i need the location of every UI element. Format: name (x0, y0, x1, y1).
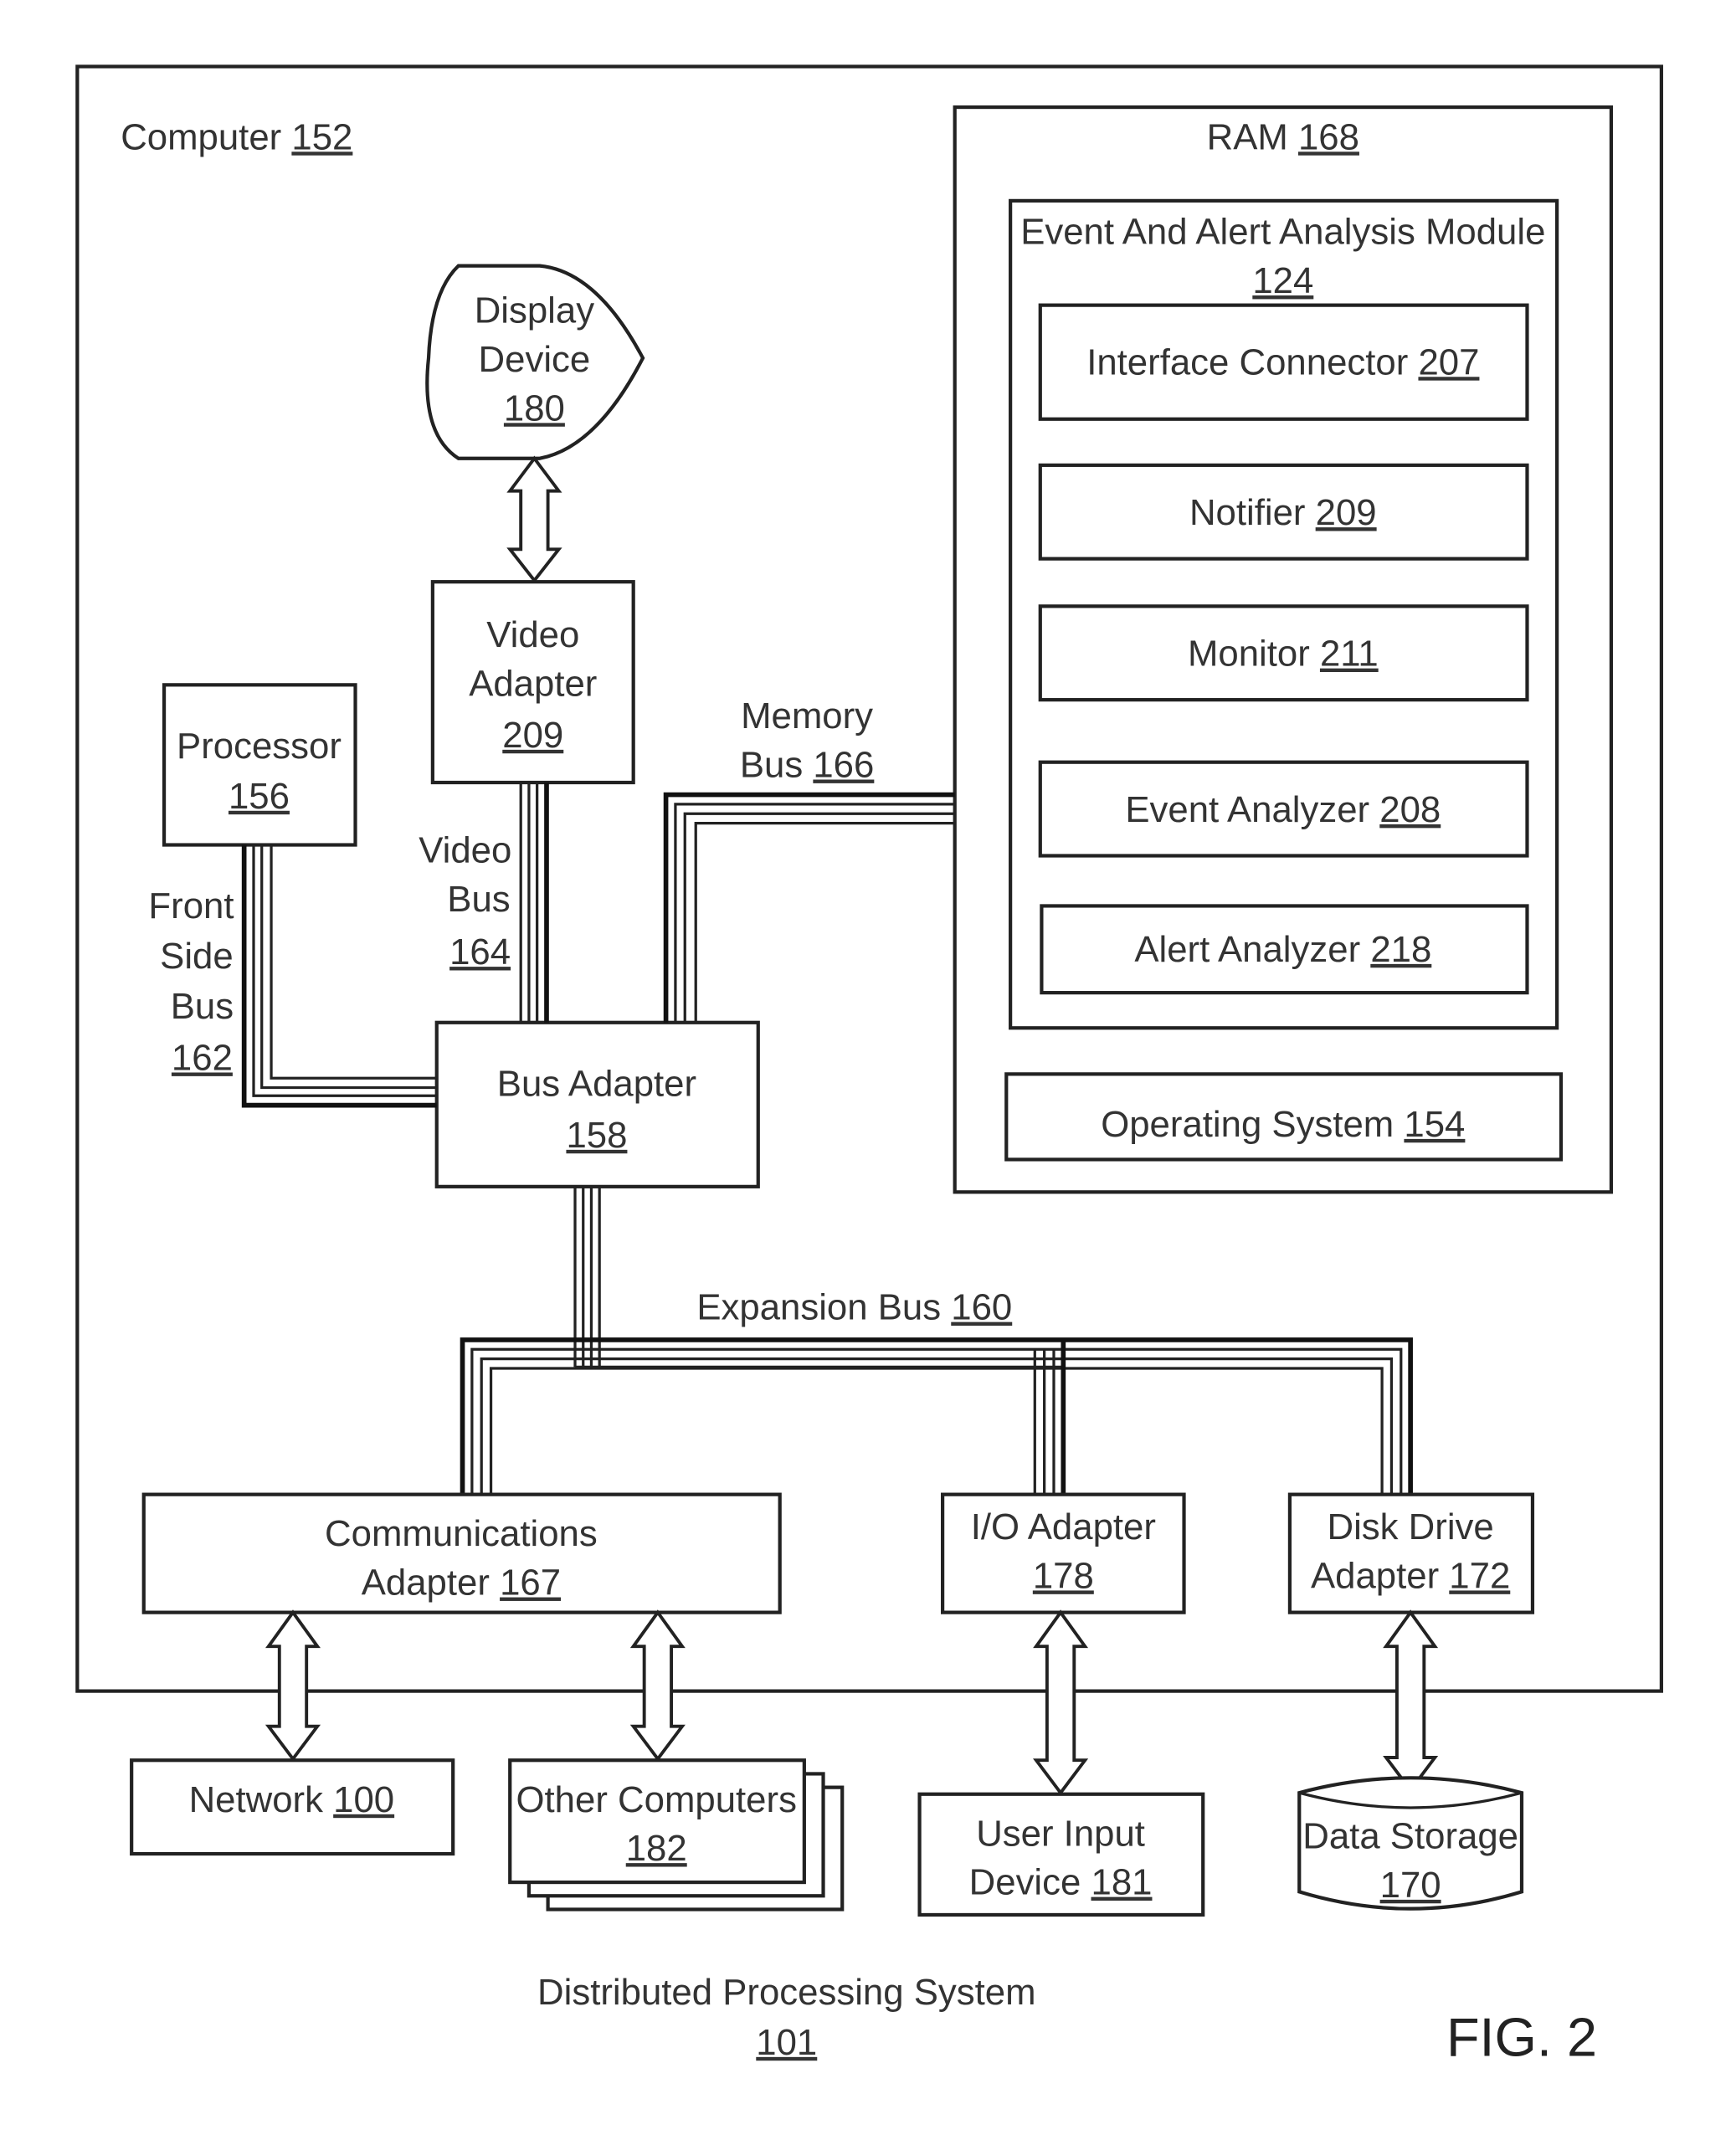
front-side-bus-line2: Side (160, 936, 234, 977)
disk-drive-adapter-line2: Adapter 172 (1311, 1555, 1510, 1596)
computer-label: Computer 152 (121, 116, 352, 157)
interface-connector-label: Interface Connector 207 (1086, 341, 1479, 382)
figure-label: FIG. 2 (1446, 2006, 1597, 2067)
disk-drive-adapter-line1: Disk Drive (1328, 1506, 1494, 1547)
video-bus-line2: Bus (447, 879, 510, 920)
processor-label: Processor (177, 726, 342, 767)
system-ref: 101 (756, 2022, 817, 2063)
monitor-label: Monitor 211 (1188, 634, 1379, 675)
front-side-bus-line1: Front (148, 885, 234, 926)
alert-analyzer-label: Alert Analyzer 218 (1134, 929, 1431, 970)
diagram-canvas: Computer 152 RAM 168 Event And Alert Ana… (75, 64, 1663, 2067)
io-adapter-ref: 178 (1033, 1555, 1094, 1596)
video-bus-ref: 164 (449, 931, 511, 972)
display-device-ref: 180 (504, 387, 565, 429)
video-bus-line1: Video (419, 830, 511, 871)
other-computers-ref: 182 (626, 1828, 687, 1869)
event-analyzer-label: Event Analyzer 208 (1125, 789, 1441, 830)
memory-bus-line1: Memory (741, 695, 873, 736)
network-label: Network 100 (189, 1779, 395, 1820)
display-device-line2: Device (479, 339, 591, 380)
video-adapter-line2: Adapter (469, 663, 597, 704)
notifier-label: Notifier 209 (1189, 492, 1377, 533)
bus-adapter-label: Bus Adapter (497, 1063, 696, 1104)
other-computers-label: Other Computers (516, 1779, 797, 1820)
operating-system-label: Operating System 154 (1101, 1104, 1465, 1145)
data-storage-ref: 170 (1380, 1865, 1441, 1906)
expansion-bus-label: Expansion Bus 160 (696, 1287, 1012, 1328)
display-device-line1: Display (475, 290, 595, 331)
bus-adapter-box[interactable] (434, 1020, 760, 1188)
bus-adapter-ref: 158 (566, 1115, 627, 1156)
processor-ref: 156 (229, 776, 290, 817)
data-storage-arrow (1383, 1609, 1439, 1794)
front-side-bus-ref: 162 (172, 1038, 233, 1079)
front-side-bus-line3: Bus (171, 986, 234, 1027)
memory-bus-label: Bus 166 (740, 745, 875, 786)
system-title: Distributed Processing System (537, 1972, 1036, 2013)
ram-label: RAM 168 (1207, 116, 1359, 157)
communications-adapter-line1: Communications (325, 1513, 598, 1554)
user-input-device-line1: User Input (976, 1813, 1145, 1854)
communications-adapter-line2: Adapter 167 (362, 1563, 561, 1604)
io-adapter-line1: I/O Adapter (971, 1506, 1156, 1547)
data-storage-label: Data Storage (1302, 1816, 1518, 1857)
user-input-arrow (1033, 1609, 1089, 1796)
module-title: Event And Alert Analysis Module (1020, 212, 1545, 253)
user-input-device-line2: Device 181 (969, 1862, 1153, 1903)
module-ref: 124 (1252, 260, 1313, 301)
video-adapter-ref: 209 (502, 715, 563, 756)
video-adapter-line1: Video (486, 614, 579, 655)
